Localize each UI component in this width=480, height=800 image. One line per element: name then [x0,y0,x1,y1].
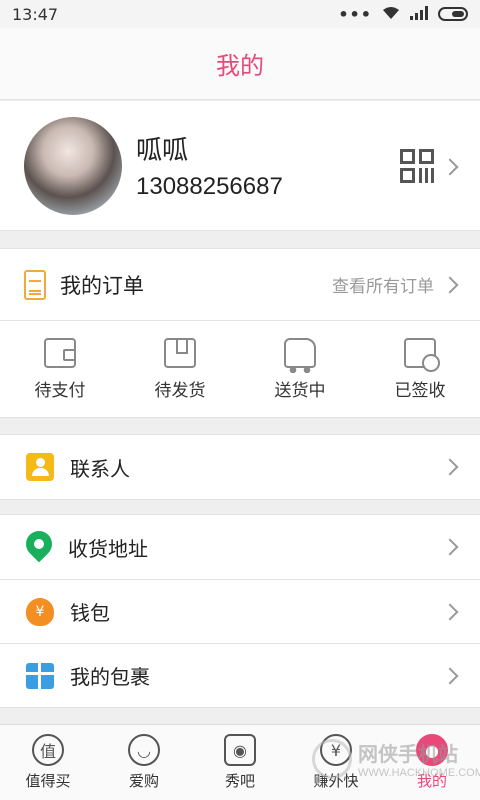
cell-signal-icon [410,5,428,24]
orders-title: 我的订单 [60,273,144,298]
money-bag-icon: ¥ [26,597,54,626]
person-icon: ● [416,734,448,766]
menu-item-address[interactable]: 收货地址 [0,515,480,579]
menu-item-label: 收货地址 [68,536,148,561]
truck-icon [284,337,316,373]
my-orders-row[interactable]: 我的订单 查看所有订单 [0,249,480,321]
status-signed[interactable]: 已签收 [360,321,480,417]
signed-icon [404,337,440,372]
tab-label: 秀吧 [224,772,255,790]
order-list-icon [24,269,46,300]
status-label: 待发货 [154,380,206,401]
bottom-tab-bar: 值 值得买 ◡ 爱购 ◉ 秀吧 ¥ 赚外快 ● 我的 [0,724,480,800]
tab-label: 赚外快 [313,772,359,790]
tab-earn[interactable]: ¥ 赚外快 [288,725,384,800]
chevron-right-icon [441,458,459,476]
status-icons: ••• [338,5,468,24]
tab-show[interactable]: ◉ 秀吧 [192,725,288,800]
profile-card[interactable]: 呱呱 13088256687 [0,101,480,231]
menu-item-label: 我的包裹 [70,665,150,689]
status-label: 送货中 [274,380,326,401]
qr-code-icon[interactable] [400,149,434,183]
chevron-right-icon [441,276,459,294]
contacts-icon [26,453,54,481]
status-bar: 13:47 ••• [0,0,480,28]
status-pending-shipment[interactable]: 待发货 [120,321,240,417]
status-delivering[interactable]: 送货中 [240,321,360,417]
menu-item-contacts[interactable]: 联系人 [0,435,480,499]
tab-worth-buying[interactable]: 值 值得买 [0,725,96,800]
status-label: 待支付 [34,380,86,401]
location-pin-icon [20,525,58,563]
title-bar: 我的 [0,28,480,100]
account-section: 收货地址 ¥ 钱包 我的包裹 [0,514,480,708]
more-dots-icon: ••• [338,4,372,24]
tab-mine[interactable]: ● 我的 [384,725,480,800]
wallet-icon [44,337,76,368]
camera-icon: ◉ [224,734,256,766]
status-time: 13:47 [12,4,59,24]
tab-love-shopping[interactable]: ◡ 爱购 [96,725,192,800]
menu-item-label: 钱包 [70,601,110,625]
tab-label: 我的 [416,772,447,790]
gift-icon [26,662,54,689]
menu-item-label: 联系人 [70,456,130,481]
contacts-section: 联系人 [0,434,480,500]
menu-item-packages[interactable]: 我的包裹 [0,643,480,707]
tab-label: 爱购 [128,772,159,790]
profile-info: 呱呱 13088256687 [136,130,283,201]
wifi-icon [382,5,400,24]
chevron-right-icon [441,667,459,685]
tab-label: 值得买 [25,772,71,790]
avatar[interactable] [24,116,122,215]
profile-name: 呱呱 [136,136,189,166]
page-title: 我的 [216,52,264,80]
profile-phone: 13088256687 [136,173,283,200]
yen-coin-icon: ¥ [320,734,352,766]
cat-face-icon: ◡ [128,734,160,766]
orders-section: 我的订单 查看所有订单 待支付 待发货 送货中 已签收 [0,248,480,418]
status-pending-payment[interactable]: 待支付 [0,321,120,417]
view-all-orders-link[interactable]: 查看所有订单 [332,272,434,297]
status-label: 已签收 [394,380,446,401]
battery-icon [438,7,468,21]
chevron-right-icon [441,603,459,621]
menu-item-wallet[interactable]: ¥ 钱包 [0,579,480,643]
chevron-right-icon [441,538,459,556]
order-status-bar: 待支付 待发货 送货中 已签收 [0,321,480,417]
chevron-right-icon [441,158,459,176]
box-icon [164,337,196,368]
worth-icon: 值 [32,734,64,766]
